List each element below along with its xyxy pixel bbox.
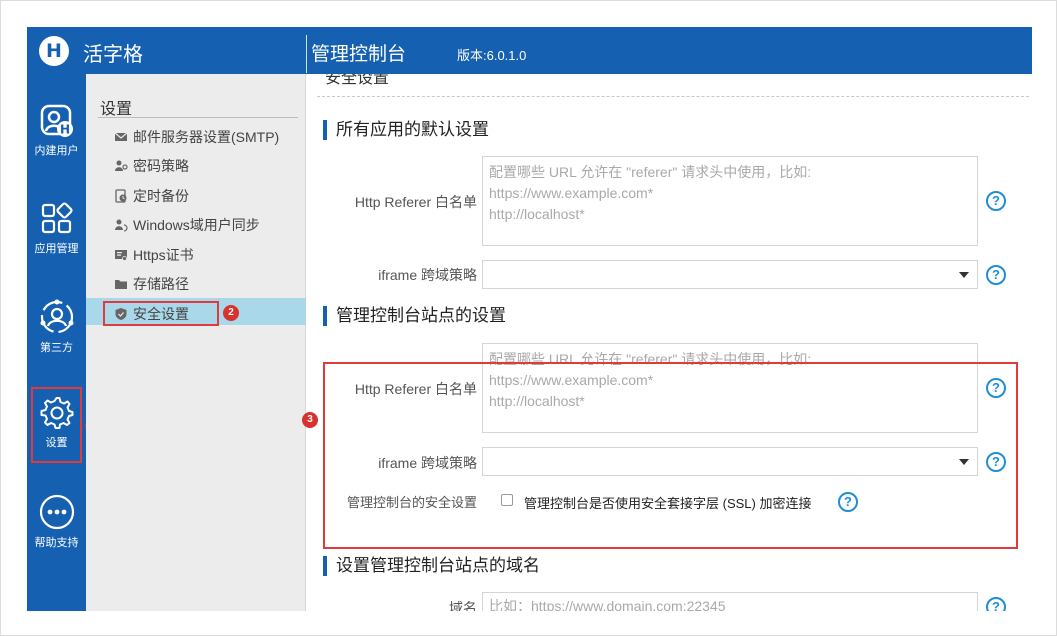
sync-user-icon — [115, 219, 128, 232]
sidebar-item-label: 密码策略 — [133, 158, 189, 174]
sidebar-item-label: 定时备份 — [133, 188, 189, 204]
logo-letter: H — [46, 40, 62, 62]
screenshot-frame: H 活字格 管理控制台 版本:6.0.1.0 H 内建用户 应用管理 第三方 设… — [0, 0, 1057, 636]
builtin-user-icon: H — [40, 104, 73, 137]
sidebar-item-https-cert[interactable]: Https证书 — [114, 245, 194, 267]
key-user-icon — [115, 160, 128, 171]
all-apps-iframe-select[interactable] — [482, 260, 978, 289]
nav-label-builtin-users: 内建用户 — [34, 145, 79, 157]
top-header: H 活字格 管理控制台 版本:6.0.1.0 — [27, 27, 1032, 74]
section-title-console-site: 管理控制台站点的设置 — [323, 306, 506, 326]
mail-icon — [114, 132, 128, 141]
all-apps-referer-help-icon[interactable]: ? — [986, 191, 1006, 211]
console-site-highlight-box — [323, 362, 1018, 549]
version-label: 版本:6.0.1.0 — [457, 48, 527, 63]
backup-icon — [115, 189, 127, 203]
svg-text:H: H — [59, 123, 69, 137]
sidebar-divider — [98, 117, 298, 118]
app-logo: H — [39, 36, 69, 66]
app-window: H 活字格 管理控制台 版本:6.0.1.0 H 内建用户 应用管理 第三方 设… — [27, 27, 1032, 611]
sidebar-item-password-policy[interactable]: 密码策略 — [114, 156, 189, 178]
nav-item-third-party[interactable]: 第三方 — [27, 299, 86, 379]
sidebar-item-storage-path[interactable]: 存储路径 — [114, 274, 189, 296]
primary-nav: H 内建用户 应用管理 第三方 设置 帮助支持 — [27, 74, 86, 611]
all-apps-referer-textarea[interactable]: 配置哪些 URL 允许在 "referer" 请求头中使用，比如: https:… — [482, 156, 978, 246]
folder-icon — [115, 280, 127, 289]
security-highlight-box — [103, 301, 219, 326]
settings-sidebar: 设置 邮件服务器设置(SMTP) 密码策略 定时备份 Windows域用户同步 … — [86, 74, 306, 611]
section-title-all-apps: 所有应用的默认设置 — [323, 120, 489, 140]
domain-input[interactable]: 比如：https://www.domain.com:22345 — [482, 592, 978, 611]
header-divider — [306, 35, 307, 73]
nav-label-app-management: 应用管理 — [34, 243, 79, 255]
app-name: 活字格 — [83, 44, 143, 66]
main-content: 安全设置 所有应用的默认设置 Http Referer 白名单 配置哪些 URL… — [307, 74, 1032, 611]
all-apps-referer-label: Http Referer 白名单 — [354, 194, 477, 210]
sidebar-item-label: 邮件服务器设置(SMTP) — [133, 129, 280, 145]
nav-item-builtin-users[interactable]: H 内建用户 — [27, 104, 86, 184]
domain-label: 域名 — [449, 600, 477, 611]
more-dots-icon — [39, 494, 74, 530]
sidebar-item-label: 存储路径 — [133, 276, 189, 292]
sidebar-item-smtp[interactable]: 邮件服务器设置(SMTP) — [114, 127, 279, 149]
nav-label-help: 帮助支持 — [34, 537, 79, 549]
section-title-domain: 设置管理控制台站点的域名 — [323, 556, 540, 576]
app-grid-icon — [41, 202, 73, 234]
sidebar-item-windows-sync[interactable]: Windows域用户同步 — [114, 215, 260, 237]
third-party-icon — [40, 299, 73, 334]
certificate-icon — [115, 250, 127, 261]
sidebar-title: 设置 — [100, 101, 133, 118]
domain-help-icon[interactable]: ? — [986, 597, 1006, 611]
all-apps-iframe-help-icon[interactable]: ? — [986, 265, 1006, 285]
security-page-heading: 安全设置 — [325, 74, 390, 87]
nav-item-app-management[interactable]: 应用管理 — [27, 202, 86, 282]
sidebar-item-scheduled-backup[interactable]: 定时备份 — [114, 186, 189, 208]
all-apps-iframe-label: iframe 跨域策略 — [378, 267, 477, 283]
sidebar-item-label: Https证书 — [133, 247, 194, 263]
sidebar-item-label: Windows域用户同步 — [133, 217, 260, 233]
nav-item-help[interactable]: 帮助支持 — [27, 494, 86, 574]
heading-divider — [317, 96, 1029, 97]
nav-label-third-party: 第三方 — [40, 342, 73, 354]
chevron-down-icon — [959, 272, 969, 278]
step-badge-3: 3 — [302, 412, 318, 428]
step-badge-2: 2 — [223, 305, 239, 321]
console-title: 管理控制台 — [311, 44, 407, 65]
settings-highlight-box — [31, 387, 82, 463]
